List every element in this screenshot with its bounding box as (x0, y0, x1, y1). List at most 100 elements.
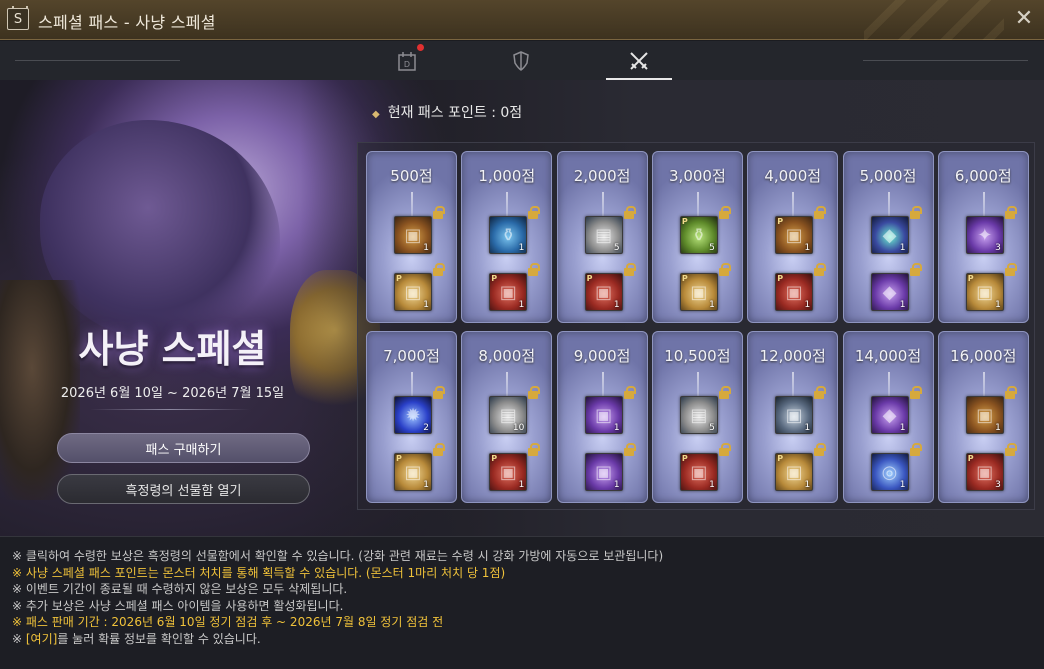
reward-card[interactable]: 10,500점 ▤ 5 ▣ P 1 (651, 331, 743, 503)
reward-points-label: 8,000점 (478, 347, 536, 365)
reward-card[interactable]: 3,000점 ⚱ P 5 ▣ P 1 (651, 151, 743, 323)
premium-marker: P (396, 454, 402, 463)
window-title: 스페셜 패스 - 사냥 스페셜 (38, 13, 216, 32)
event-title: 사냥 스페셜 (78, 326, 267, 371)
free-reward-green-potion-icon[interactable]: ⚱ P 5 (679, 216, 718, 254)
buy-pass-button[interactable]: 패스 구매하기 (57, 433, 310, 463)
reward-card[interactable]: 500점 ▣ 1 ▣ P 1 (366, 151, 457, 323)
current-points-text: 현재 패스 포인트 : 0점 (387, 105, 523, 121)
lock-icon (811, 262, 827, 278)
lock-icon (811, 205, 827, 221)
lock-icon (716, 385, 732, 401)
paid-reward-red-chest-icon[interactable]: ▣ P 1 (584, 273, 623, 311)
item-count: 1 (518, 300, 525, 310)
paid-reward-magic-circle-icon[interactable]: ◎ 1 (870, 453, 909, 491)
item-count: 1 (709, 300, 715, 310)
tab-divider-left (15, 60, 180, 61)
reward-card[interactable]: 2,000점 ▤ 5 ▣ P 1 (556, 151, 648, 323)
paid-reward-gold-chest-icon[interactable]: ▣ P 1 (965, 273, 1004, 311)
free-reward-purple-chest-icon[interactable]: ▣ 1 (584, 396, 623, 434)
probability-link[interactable]: [여기] (26, 632, 57, 646)
paid-reward-red-chest-icon[interactable]: ▣ P 1 (489, 453, 528, 491)
close-button[interactable]: ✕ (1012, 8, 1036, 32)
item-count: 1 (613, 300, 620, 310)
tab-daily[interactable]: D (374, 41, 440, 80)
paid-reward-red-chest-icon[interactable]: ▣ P 1 (679, 453, 718, 491)
reward-card[interactable]: 16,000점 ▣ 1 ▣ P 3 (937, 331, 1029, 503)
reward-card[interactable]: 12,000점 ▣ 1 ▣ P 1 (747, 331, 839, 503)
paid-reward-purple-chest-icon[interactable]: ▣ 1 (584, 453, 623, 491)
paid-reward-gold-chest-icon[interactable]: ▣ P 1 (775, 453, 814, 491)
reward-card[interactable]: 6,000점 ✦ 3 ▣ P 1 (937, 151, 1029, 323)
event-banner: 사냥 스페셜 2026년 6월 10일 ~ 2026년 7월 15일 패스 구매… (0, 80, 1044, 536)
paid-reward-gold-chest-icon[interactable]: ▣ P 1 (394, 273, 432, 311)
crossed-swords-icon (630, 51, 648, 70)
info-note: ※ 클릭하여 수령한 보상은 흑정령의 선물함에서 확인할 수 있습니다. (강… (12, 549, 664, 563)
tab-bar: D (0, 41, 1044, 80)
item-count: 1 (423, 243, 429, 253)
lock-icon (525, 262, 541, 278)
free-reward-scroll-icon[interactable]: ▤ 10 (489, 396, 528, 434)
free-reward-silver-chest-icon[interactable]: ▣ 1 (775, 396, 814, 434)
item-count: 1 (804, 480, 811, 490)
premium-marker: P (967, 454, 974, 463)
item-count: 3 (995, 243, 1001, 253)
lock-icon (811, 442, 827, 458)
reward-card[interactable]: 8,000점 ▤ 10 ▣ P 1 (461, 331, 553, 503)
reward-card[interactable]: 14,000점 ◆ 1 ◎ 1 (842, 331, 934, 503)
free-reward-treasure-chest-icon[interactable]: ▣ P 1 (775, 216, 814, 254)
lock-icon (1002, 205, 1018, 221)
item-count: 1 (518, 243, 525, 253)
tab-shield[interactable] (488, 41, 554, 80)
lock-icon (621, 262, 637, 278)
free-reward-magic-tome-icon[interactable]: ✦ 3 (965, 216, 1004, 254)
reward-grid: 500점 ▣ 1 ▣ P 1 1,000점 ⚱ 1 ▣ P 1 2,000점 ▤ 5 ▣ P 1 3,000점 ⚱ P 5… (357, 142, 1035, 510)
lock-icon (621, 385, 637, 401)
free-reward-potion-bottle-icon[interactable]: ⚱ 1 (489, 216, 528, 254)
item-count: 1 (899, 243, 906, 253)
title-bar: S 스페셜 패스 - 사냥 스페셜 ✕ (0, 0, 1044, 40)
paid-reward-red-chest-icon[interactable]: ▣ P 1 (489, 273, 528, 311)
reward-points-label: 9,000점 (573, 347, 631, 365)
open-gift-box-button[interactable]: 흑정령의 선물함 열기 (57, 474, 310, 504)
lock-icon (430, 385, 446, 401)
free-reward-blue-flame-icon[interactable]: ✹ 2 (394, 396, 432, 434)
reward-card[interactable]: 9,000점 ▣ 1 ▣ 1 (556, 331, 648, 503)
paid-reward-purple-cube-icon[interactable]: ◆ 1 (870, 273, 909, 311)
item-count: 1 (423, 300, 429, 310)
reward-card[interactable]: 1,000점 ⚱ 1 ▣ P 1 (461, 151, 553, 323)
reward-points-label: 10,500점 (664, 347, 731, 365)
reward-card[interactable]: 7,000점 ✹ 2 ▣ P 1 (366, 331, 457, 503)
item-count: 1 (804, 423, 811, 433)
lock-icon (525, 442, 541, 458)
lock-icon (430, 442, 446, 458)
free-reward-treasure-chest-icon[interactable]: ▣ 1 (394, 216, 432, 254)
paid-reward-gold-chest-icon[interactable]: ▣ P 1 (679, 273, 718, 311)
info-note: ※ 이벤트 기간이 종료될 때 수령하지 않은 보상은 모두 삭제됩니다. (12, 582, 348, 596)
free-reward-treasure-chest-icon[interactable]: ▣ 1 (965, 396, 1004, 434)
calendar-icon: D (398, 51, 416, 71)
premium-marker: P (681, 454, 688, 463)
lock-icon (716, 262, 732, 278)
item-count: 5 (709, 243, 715, 253)
title-decoration (864, 0, 1004, 40)
free-reward-crystal-cube-icon[interactable]: ◆ 1 (870, 216, 909, 254)
item-count: 10 (512, 423, 525, 433)
notification-dot (417, 44, 424, 51)
lock-icon (525, 205, 541, 221)
paid-reward-gold-chest-icon[interactable]: ▣ P 1 (394, 453, 432, 491)
paid-reward-red-chest-icon[interactable]: ▣ P 3 (965, 453, 1004, 491)
reward-card[interactable]: 5,000점 ◆ 1 ◆ 1 (842, 151, 934, 323)
item-count: 5 (613, 243, 620, 253)
item-count: 1 (995, 300, 1001, 310)
lock-icon (1002, 385, 1018, 401)
free-reward-purple-cube-icon[interactable]: ◆ 1 (870, 396, 909, 434)
paid-reward-red-chest-icon[interactable]: ▣ P 1 (775, 273, 814, 311)
free-reward-scroll-icon[interactable]: ▤ 5 (584, 216, 623, 254)
item-count: 1 (804, 300, 811, 310)
note-prefix: ※ (12, 631, 26, 646)
tab-hunting[interactable] (606, 41, 672, 80)
free-reward-scroll-icon[interactable]: ▤ 5 (679, 396, 718, 434)
reward-card[interactable]: 4,000점 ▣ P 1 ▣ P 1 (747, 151, 839, 323)
lock-icon (716, 442, 732, 458)
